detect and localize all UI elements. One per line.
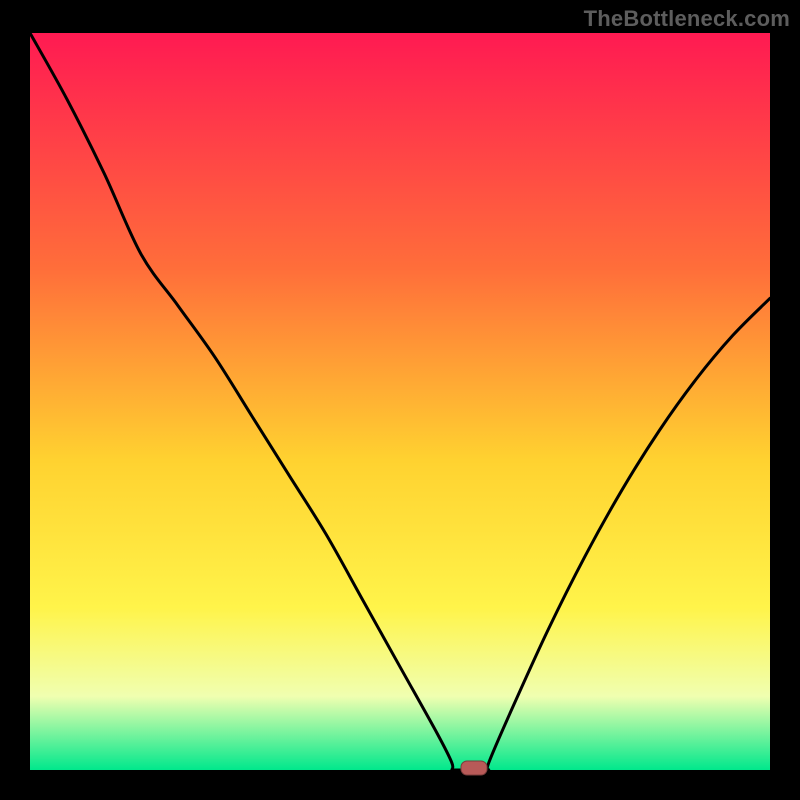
plot-background xyxy=(30,33,770,770)
watermark-text: TheBottleneck.com xyxy=(584,6,790,32)
bottleneck-chart xyxy=(0,0,800,800)
chart-frame: TheBottleneck.com xyxy=(0,0,800,800)
optimal-marker xyxy=(461,761,487,775)
